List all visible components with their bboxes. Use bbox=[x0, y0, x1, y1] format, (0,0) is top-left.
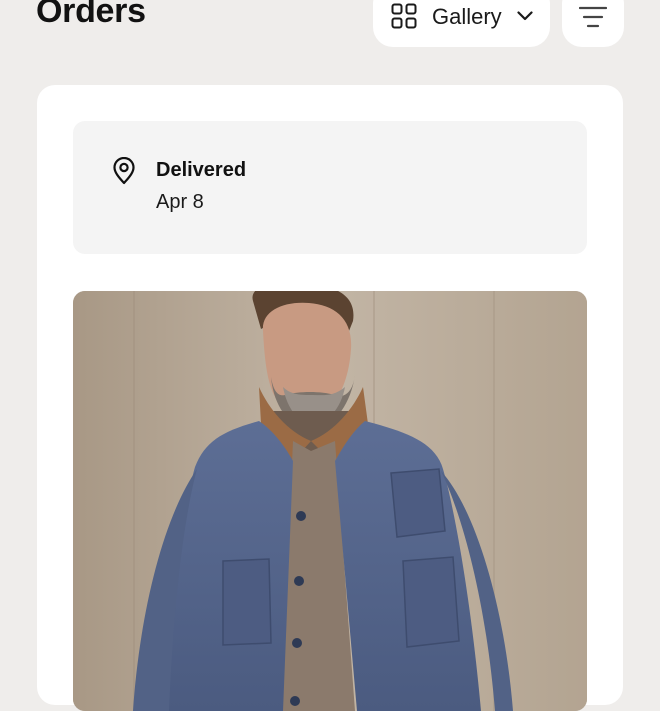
filter-icon bbox=[579, 6, 607, 28]
filter-button[interactable] bbox=[562, 0, 624, 47]
delivery-status-title: Delivered bbox=[156, 159, 247, 181]
location-pin-icon bbox=[113, 157, 135, 185]
delivery-status-panel: Delivered Apr 8 bbox=[73, 121, 587, 254]
page-title: Orders bbox=[36, 0, 146, 30]
product-image[interactable] bbox=[73, 291, 587, 711]
view-toggle-label: Gallery bbox=[432, 4, 502, 29]
delivery-date: Apr 8 bbox=[156, 191, 204, 213]
product-photo bbox=[73, 291, 587, 711]
chevron-down-icon bbox=[517, 11, 533, 21]
grid-icon bbox=[391, 3, 417, 29]
gallery-view-toggle[interactable]: Gallery bbox=[373, 0, 550, 47]
order-card[interactable]: Delivered Apr 8 bbox=[37, 85, 623, 711]
